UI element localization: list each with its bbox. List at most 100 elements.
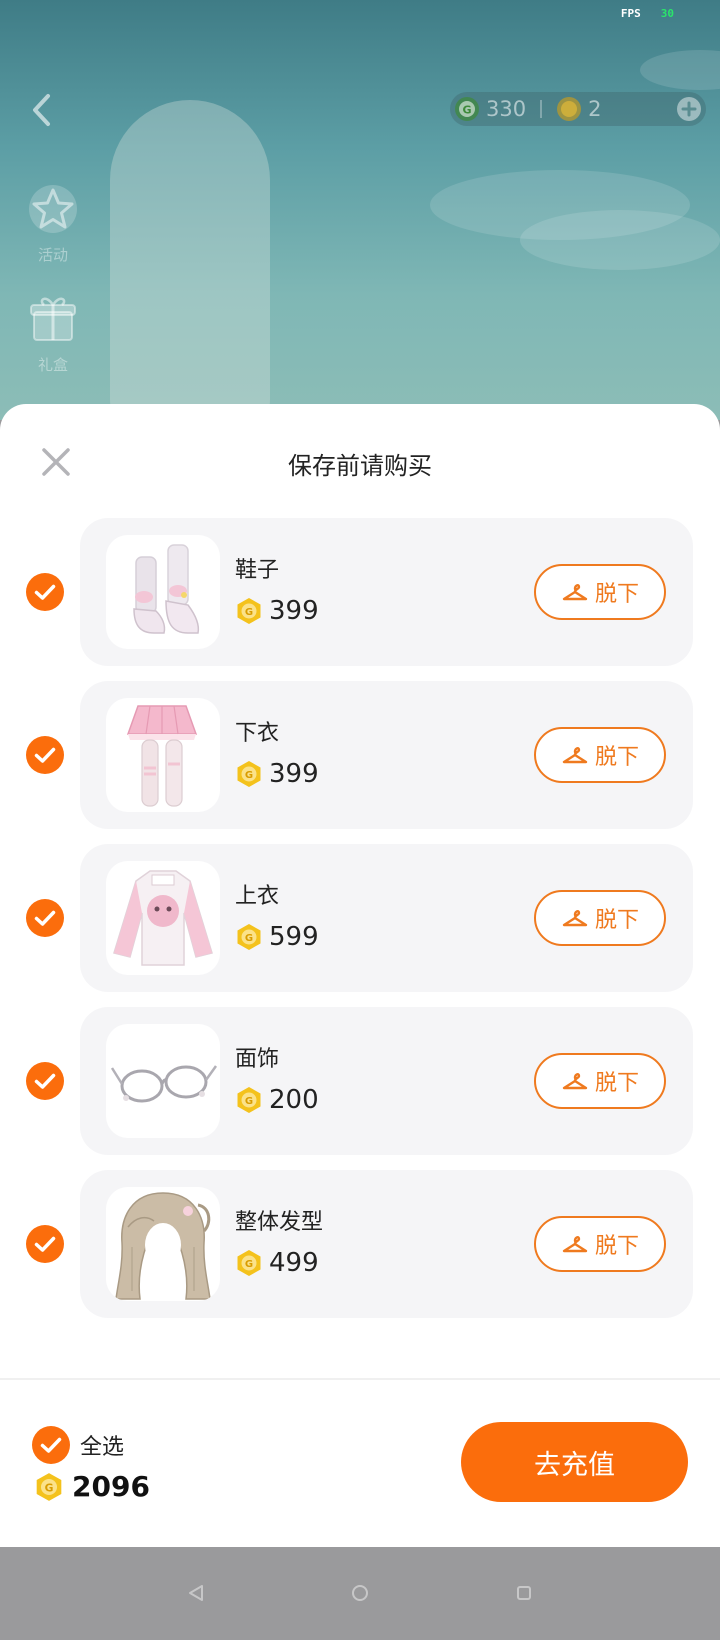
currency-secondary: 2 [556,96,601,122]
sidebar-item-activity[interactable]: 活动 [22,180,84,265]
item-price: G 200 [235,1085,319,1115]
chevron-left-icon [33,94,50,126]
recharge-button[interactable]: 去充值 [461,1422,688,1502]
hanger-icon [562,910,588,927]
item-price: G 399 [235,596,319,626]
take-off-button[interactable]: 脱下 [534,1216,666,1272]
hanger-icon [562,747,588,764]
glasses-image [110,1065,218,1103]
game-scene-background [0,0,720,420]
svg-text:G: G [245,933,253,944]
svg-text:G: G [462,104,471,117]
take-off-button[interactable]: 脱下 [534,890,666,946]
take-off-label: 脱下 [594,582,639,607]
character-hand [110,100,270,420]
svg-text:G: G [245,1096,253,1107]
item-checkbox[interactable] [26,1225,64,1263]
item-price: G 499 [235,1248,319,1278]
svg-text:G: G [245,770,253,781]
select-all-checkbox[interactable] [32,1426,70,1464]
gold-coin-icon: G [237,761,261,787]
take-off-button[interactable]: 脱下 [534,564,666,620]
take-off-label: 脱下 [594,1234,639,1259]
total-price: G 2096 [34,1470,150,1503]
purchase-before-save-sheet: 保存前请购买 鞋子 G 399 脱下 下衣 G 399 脱下 上衣 G 599 … [0,404,720,1547]
g-coin-icon: G [455,97,479,121]
footer-divider [0,1378,720,1380]
item-card: 上衣 G 599 脱下 [80,844,693,992]
item-price-value: 499 [269,1248,319,1278]
hanger-icon [562,1073,588,1090]
hairstyle-image [115,1192,211,1300]
back-nav-icon[interactable] [186,1583,206,1603]
item-price-value: 399 [269,596,319,626]
purchase-item: 面饰 G 200 脱下 [0,1007,720,1155]
item-checkbox[interactable] [26,573,64,611]
purchase-item: 上衣 G 599 脱下 [0,844,720,992]
gift-icon [30,297,76,341]
hanger-icon [562,584,588,601]
gold-coin-icon: G [237,924,261,950]
item-price-value: 399 [269,759,319,789]
item-card: 面饰 G 200 脱下 [80,1007,693,1155]
total-price-value: 2096 [72,1470,150,1503]
gold-coin-icon [557,97,582,121]
fps-value: 30 [660,7,674,20]
currency-bar: G 330 2 [450,92,706,126]
item-checkbox[interactable] [26,1062,64,1100]
svg-text:G: G [245,607,253,618]
hairstyle-thumbnail [106,1187,220,1301]
boots-image [133,544,200,634]
currency-secondary-value: 2 [588,97,602,121]
item-card: 整体发型 G 499 脱下 [80,1170,693,1318]
back-button[interactable] [26,90,56,130]
svg-text:G: G [45,1481,54,1494]
fps-label: FPS [620,7,641,20]
purchase-item: 鞋子 G 399 脱下 [0,518,720,666]
glasses-thumbnail [106,1024,220,1138]
take-off-label: 脱下 [594,908,639,933]
svg-text:G: G [245,1259,253,1270]
item-card: 下衣 G 399 脱下 [80,681,693,829]
item-price-value: 200 [269,1085,319,1115]
system-navigation-bar [0,1547,720,1640]
boots-thumbnail [106,535,220,649]
skirt-thumbnail [106,698,220,812]
item-price: G 399 [235,759,319,789]
item-name: 鞋子 [235,558,280,583]
item-checkbox[interactable] [26,899,64,937]
currency-primary: G 330 [454,96,526,122]
home-nav-icon[interactable] [350,1583,370,1603]
purchase-item: 整体发型 G 499 脱下 [0,1170,720,1318]
add-currency-button[interactable] [676,96,702,122]
sidebar-item-giftbox[interactable]: 礼盒 [22,290,84,375]
sidebar-label: 礼盒 [37,356,68,374]
star-icon [29,185,77,233]
item-card: 鞋子 G 399 脱下 [80,518,693,666]
currency-primary-value: 330 [486,97,527,121]
skirt-image [126,705,198,807]
take-off-label: 脱下 [594,1071,639,1096]
item-price-value: 599 [269,922,319,952]
item-checkbox[interactable] [26,736,64,774]
select-all-toggle[interactable]: 全选 [32,1426,124,1464]
gold-coin-icon: G [237,1250,261,1276]
gold-coin-icon: G [36,1472,62,1501]
currency-separator [540,100,543,118]
item-name: 上衣 [235,884,280,909]
take-off-button[interactable]: 脱下 [534,727,666,783]
take-off-button[interactable]: 脱下 [534,1053,666,1109]
sweater-image [113,870,213,966]
recents-nav-icon[interactable] [514,1583,534,1603]
purchase-item: 下衣 G 399 脱下 [0,681,720,829]
sidebar-label: 活动 [37,246,68,264]
sweater-thumbnail [106,861,220,975]
select-all-label: 全选 [80,1435,125,1460]
gold-coin-icon: G [237,1087,261,1113]
item-name: 面饰 [235,1047,280,1072]
cloud-decoration [520,210,720,270]
take-off-label: 脱下 [594,745,639,770]
cloud-decoration [640,50,720,90]
hanger-icon [562,1236,588,1253]
item-price: G 599 [235,922,319,952]
